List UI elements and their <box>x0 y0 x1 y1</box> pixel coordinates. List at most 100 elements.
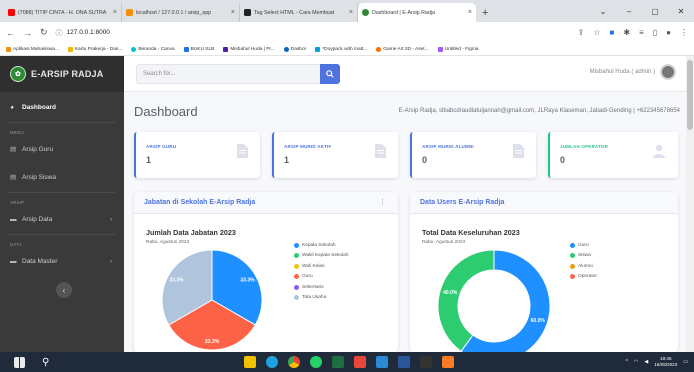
more-options-icon[interactable]: ⋮ <box>379 192 386 214</box>
tab-search-icon[interactable]: ⌄ <box>590 7 616 16</box>
forward-icon[interactable]: → <box>23 28 32 38</box>
search-button[interactable] <box>320 64 340 84</box>
sidebar-item-arsip-siswa[interactable]: ▤ Arsip Siswa <box>0 166 124 188</box>
sidebar-item-arsip-guru[interactable]: ▤ Arsip Guru <box>0 138 124 160</box>
bookmark-item[interactable]: Untitled - Figma <box>437 46 479 52</box>
bookmark-item[interactable]: Dasbor <box>283 46 306 52</box>
terminal-icon[interactable] <box>420 356 433 368</box>
sidebar-item-label: Arsip Siswa <box>22 173 56 181</box>
legend-item-wakil-kepala-sekolah[interactable]: Wakil Kepala Sekolah <box>294 251 348 262</box>
url-field[interactable]: ⓘ 127.0.0.1:8000 <box>56 28 110 38</box>
excel-icon[interactable] <box>332 356 345 368</box>
sidebar: ✿ E-ARSIP RADJA ◕ Dashboard MENU ▤ Arsip… <box>0 56 124 352</box>
legend-item-alumni[interactable]: Alumni <box>570 261 597 272</box>
tray-chevron-icon[interactable]: ^ <box>626 359 628 365</box>
legend-item-guru[interactable]: Guru <box>294 272 348 283</box>
sidebar-toggle-button[interactable]: ‹ <box>56 282 72 298</box>
extension-icon[interactable]: ■ <box>610 28 615 37</box>
brand[interactable]: ✿ E-ARSIP RADJA <box>0 56 124 92</box>
browser-tab-dashboard[interactable]: Dashboard | E-Arsip Radja × <box>358 3 476 22</box>
close-tab-icon[interactable]: × <box>113 9 117 16</box>
document-icon <box>237 144 248 158</box>
notification-icon[interactable]: ▭ <box>683 359 688 365</box>
xampp-icon[interactable] <box>442 356 455 368</box>
legend-swatch <box>294 295 299 301</box>
bookmark-item[interactable]: *Doypack with matt... <box>315 46 367 52</box>
system-tray: ^ ◠ ◀ 18:46 16/08/2023 ▭ <box>626 352 688 372</box>
side-panel-icon[interactable]: ▯ <box>653 28 657 37</box>
more-menu-icon[interactable]: ⋮ <box>680 28 688 37</box>
search-icon[interactable]: ⚲ <box>42 357 49 368</box>
legend-item-wali-kelas[interactable]: Wali Kelas <box>294 261 348 272</box>
slice-siswa[interactable] <box>437 249 495 352</box>
page-scrollbar[interactable] <box>686 56 694 352</box>
minimize-button[interactable]: – <box>616 7 642 16</box>
word-icon[interactable] <box>398 356 411 368</box>
volume-icon[interactable]: ◀ <box>644 359 648 365</box>
legend-item-siswa[interactable]: Siswa <box>570 251 597 262</box>
maximize-button[interactable]: ▢ <box>642 7 668 16</box>
panel-title: Jabatan di Sekolah E-Arsip Radja <box>144 199 256 206</box>
folder-icon: ▤ <box>10 174 17 181</box>
browser-tab-phpmyadmin[interactable]: localhost / 127.0.0.1 / arsip_app × <box>122 3 240 22</box>
bookmark-star-icon[interactable]: ☆ <box>593 28 600 37</box>
photos-icon[interactable] <box>354 356 367 368</box>
page-subtitle: E-Arsip Radja, slbabcdraudlatuljannah@gm… <box>398 108 680 114</box>
bookmark-item[interactable]: BUKU SLB <box>183 46 214 52</box>
legend-swatch <box>294 284 299 290</box>
legend-item-tata-usaha[interactable]: Tata Usaha <box>294 293 348 304</box>
clock[interactable]: 18:46 16/08/2023 <box>654 356 677 368</box>
close-tab-icon[interactable]: × <box>468 9 472 16</box>
close-tab-icon[interactable]: × <box>349 9 353 16</box>
legend-item-guru[interactable]: Guru <box>570 240 597 251</box>
bookmark-item[interactable]: Aplikasi Mahasiswa... <box>6 46 59 52</box>
scrollbar-thumb[interactable] <box>687 60 693 130</box>
bookmark-label: Untitled - Figma <box>444 46 479 52</box>
legend-item-kepala-sekolah[interactable]: Kepala Sekolah <box>294 240 348 251</box>
whatsapp-icon[interactable] <box>310 356 323 368</box>
panel-heading: Jabatan di Sekolah E-Arsip Radja ⋮ <box>134 192 398 214</box>
browser-tab-tag-select[interactable]: Tag Select HTML - Cara Membuat × <box>240 3 358 22</box>
bookmark-label: Misbahul Huda | Pr... <box>230 46 275 52</box>
close-tab-icon[interactable]: × <box>231 9 235 16</box>
user-icon <box>653 144 665 158</box>
legend-item-sekertaris[interactable]: Sekertaris <box>294 282 348 293</box>
windows-taskbar: ⚲ ^ ◠ ◀ 18:46 16/08/2023 ▭ <box>0 352 694 372</box>
wifi-icon[interactable]: ◠ <box>634 359 638 365</box>
sidebar-item-dashboard[interactable]: ◕ Dashboard <box>0 96 124 118</box>
profile-icon[interactable]: ● <box>666 28 671 37</box>
bookmark-item[interactable]: Game Art 2D - Aset... <box>376 46 429 52</box>
window-controls: ⌄ – ▢ ✕ <box>590 0 694 22</box>
topbar: Search for... Misbahul Huda ( admin ) <box>124 56 686 92</box>
sidebar-item-arsip-data[interactable]: ▬ Arsip Data › <box>0 208 124 230</box>
puzzle-icon[interactable]: ✱ <box>623 28 630 37</box>
new-tab-button[interactable]: + <box>476 7 494 22</box>
bookmark-favicon-icon <box>67 46 73 52</box>
sidebar-item-label: Data Master <box>22 257 58 265</box>
search-input[interactable]: Search for... <box>136 64 320 84</box>
edge-icon[interactable] <box>266 356 279 368</box>
app-favicon-icon <box>362 9 369 16</box>
windows-start-icon[interactable] <box>14 356 25 368</box>
back-icon[interactable]: ← <box>6 28 15 38</box>
chrome-icon[interactable] <box>288 356 301 368</box>
legend-label: Wakil Kepala Sekolah <box>302 253 349 259</box>
bookmark-item[interactable]: Beranda - Canva <box>131 46 175 52</box>
sidebar-item-data-master[interactable]: ▬ Data Master › <box>0 250 124 272</box>
document-icon <box>513 144 524 158</box>
legend-item-operator[interactable]: Operator <box>570 272 597 283</box>
stat-label: ARSIP MURID AKTIF <box>284 144 332 149</box>
close-window-button[interactable]: ✕ <box>668 7 694 16</box>
bookmark-item[interactable]: Kartu Prakerja - Das... <box>67 46 122 52</box>
vscode-icon[interactable] <box>376 356 389 368</box>
site-info-icon[interactable]: ⓘ <box>56 28 63 38</box>
reading-list-icon[interactable]: ≡ <box>639 28 644 37</box>
bookmark-item[interactable]: Misbahul Huda | Pr... <box>223 46 275 52</box>
user-menu[interactable]: Misbahul Huda ( admin ) <box>590 64 676 80</box>
browser-tab-youtube[interactable]: (7088) TITIP CINTA - H. ONA SUTRA × <box>4 3 122 22</box>
share-icon[interactable]: ⇪ <box>578 28 585 37</box>
reload-icon[interactable]: ↻ <box>40 27 48 38</box>
file-explorer-icon[interactable] <box>244 356 257 368</box>
page-title: Dashboard <box>134 104 198 119</box>
stat-card-arsip-murid-alumni: ARSIP MURID ALUMNI 0 <box>410 132 536 178</box>
